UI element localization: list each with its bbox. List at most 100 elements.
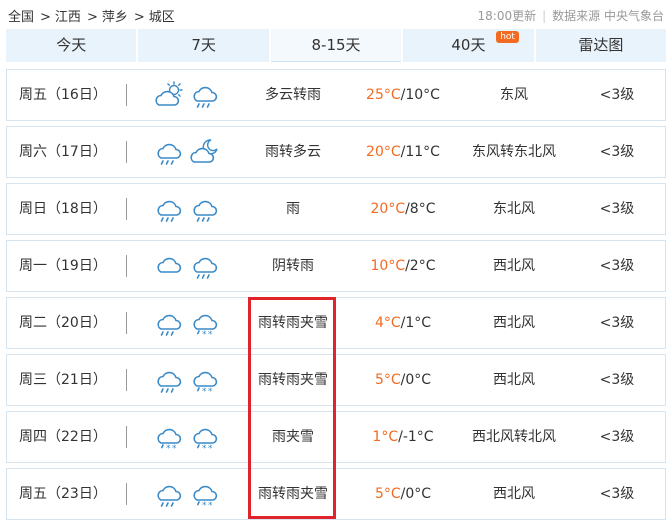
temp-low: /0°C [400, 486, 432, 502]
temperature: 25°C/10°C [353, 70, 453, 120]
breadcrumb: 全国 > 江西 > 萍乡 > 城区 [8, 6, 177, 25]
temperature: 4°C/1°C [353, 298, 453, 348]
temp-low: /1°C [400, 315, 432, 331]
forecast-date: 周二（20日） [19, 315, 107, 331]
svg-text:*: * [208, 387, 213, 396]
temp-high: 25°C [366, 87, 401, 103]
forecast-row: 周五（23日） * * 雨转雨夹雪 5°C/0°C 西北风 <3级 [6, 468, 666, 520]
breadcrumb-item-city[interactable]: 萍乡 [102, 10, 128, 25]
wind-direction: 东北风 [493, 201, 535, 217]
header-divider: | [542, 9, 547, 23]
weather-condition: 雨夹雪 [272, 429, 314, 445]
rain-icon [153, 478, 185, 510]
wind-level: <3级 [599, 429, 635, 445]
weather-icons: * * [153, 355, 223, 405]
forecast-tabs: 今天 7天 8-15天 40天 hot 雷达图 [6, 29, 667, 62]
rain-icon [153, 193, 185, 225]
weather-icons [153, 127, 223, 177]
temperature: 1°C/-1°C [353, 412, 453, 462]
svg-text:*: * [172, 444, 177, 453]
wind-direction: 西北风转北风 [472, 429, 556, 445]
wind-direction: 西北风 [493, 315, 535, 331]
temperature: 20°C/8°C [353, 184, 453, 234]
wind-direction: 东风转东北风 [472, 144, 556, 160]
rain-icon [189, 193, 221, 225]
column-divider [126, 141, 127, 163]
tab-7-day[interactable]: 7天 [138, 29, 269, 62]
column-divider [126, 198, 127, 220]
weather-condition: 阴转雨 [272, 258, 314, 274]
temp-low: /2°C [405, 258, 436, 274]
weather-icons [153, 70, 223, 120]
forecast-date: 周日（18日） [19, 201, 107, 217]
svg-text:*: * [208, 444, 213, 453]
forecast-date: 周一（19日） [19, 258, 107, 274]
wind-direction: 西北风 [493, 372, 535, 388]
temp-low: /-1°C [398, 429, 434, 445]
svg-text:*: * [202, 444, 207, 453]
weather-condition: 雨转多云 [265, 144, 321, 160]
forecast-row: 周五（16日） 多云转雨 25°C/10°C 东风 <3级 [6, 69, 666, 121]
tab-label: 7天 [191, 36, 216, 54]
breadcrumb-separator: > [40, 10, 51, 25]
sleet-icon: * * [189, 364, 221, 396]
temperature: 10°C/2°C [353, 241, 453, 291]
hot-badge: hot [496, 31, 519, 43]
rain-icon [189, 250, 221, 282]
weather-icons: * * * * [153, 412, 223, 462]
temp-low: /0°C [400, 372, 432, 388]
rain-icon [153, 136, 185, 168]
column-divider [126, 255, 127, 277]
wind-level: <3级 [599, 258, 635, 274]
temp-high: 20°C [366, 144, 401, 160]
tab-label: 今天 [56, 36, 87, 54]
weather-condition: 雨转雨夹雪 [258, 486, 328, 502]
rain-icon [153, 307, 185, 339]
forecast-row: 周三（21日） * * 雨转雨夹雪 5°C/0°C 西北风 <3级 [6, 354, 666, 406]
sleet-icon: * * [189, 478, 221, 510]
wind-level: <3级 [599, 144, 635, 160]
column-divider [126, 483, 127, 505]
wind-level: <3级 [599, 315, 635, 331]
temperature: 5°C/0°C [353, 469, 453, 519]
tab-40-day[interactable]: 40天 hot [403, 29, 534, 62]
partly-cloudy-icon [153, 79, 185, 111]
temp-high: 4°C [374, 315, 401, 331]
wind-direction: 东风 [500, 87, 528, 103]
tab-radar[interactable]: 雷达图 [535, 29, 667, 62]
temp-high: 5°C [374, 372, 401, 388]
svg-text:*: * [202, 330, 207, 339]
breadcrumb-separator: > [133, 10, 145, 25]
breadcrumb-item-district: 城区 [148, 10, 175, 25]
forecast-date: 周五（23日） [19, 486, 107, 502]
weather-icons [153, 184, 223, 234]
column-divider [126, 369, 127, 391]
wind-direction: 西北风 [493, 486, 535, 502]
breadcrumb-item-country[interactable]: 全国 [8, 10, 34, 25]
temperature: 5°C/0°C [353, 355, 453, 405]
wind-level: <3级 [599, 486, 635, 502]
temp-high: 20°C [370, 201, 406, 217]
forecast-row: 周四（22日） * * * * 雨夹雪 1°C/-1°C 西北风转北风 <3级 [6, 411, 666, 463]
svg-text:*: * [166, 444, 171, 453]
breadcrumb-item-province[interactable]: 江西 [55, 10, 81, 25]
weather-icons: * * [153, 469, 223, 519]
tab-today[interactable]: 今天 [6, 29, 137, 62]
tab-8-15-day[interactable]: 8-15天 [270, 29, 402, 62]
svg-text:*: * [202, 387, 207, 396]
svg-text:*: * [202, 501, 207, 510]
temp-high: 10°C [370, 258, 406, 274]
weather-condition: 多云转雨 [265, 87, 321, 103]
wind-level: <3级 [599, 372, 635, 388]
forecast-date: 周六（17日） [19, 144, 107, 160]
weather-condition: 雨转雨夹雪 [258, 372, 328, 388]
temp-low: /8°C [405, 201, 436, 217]
forecast-row: 周二（20日） * * 雨转雨夹雪 4°C/1°C 西北风 <3级 [6, 297, 666, 349]
data-source-text: 数据来源 中央气象台 [552, 9, 664, 23]
tab-label: 40天 [451, 36, 486, 54]
cloud-icon [153, 250, 185, 282]
rain-icon [189, 79, 221, 111]
sleet-icon: * * [189, 307, 221, 339]
forecast-date: 周四（22日） [19, 429, 107, 445]
svg-text:*: * [208, 501, 213, 510]
